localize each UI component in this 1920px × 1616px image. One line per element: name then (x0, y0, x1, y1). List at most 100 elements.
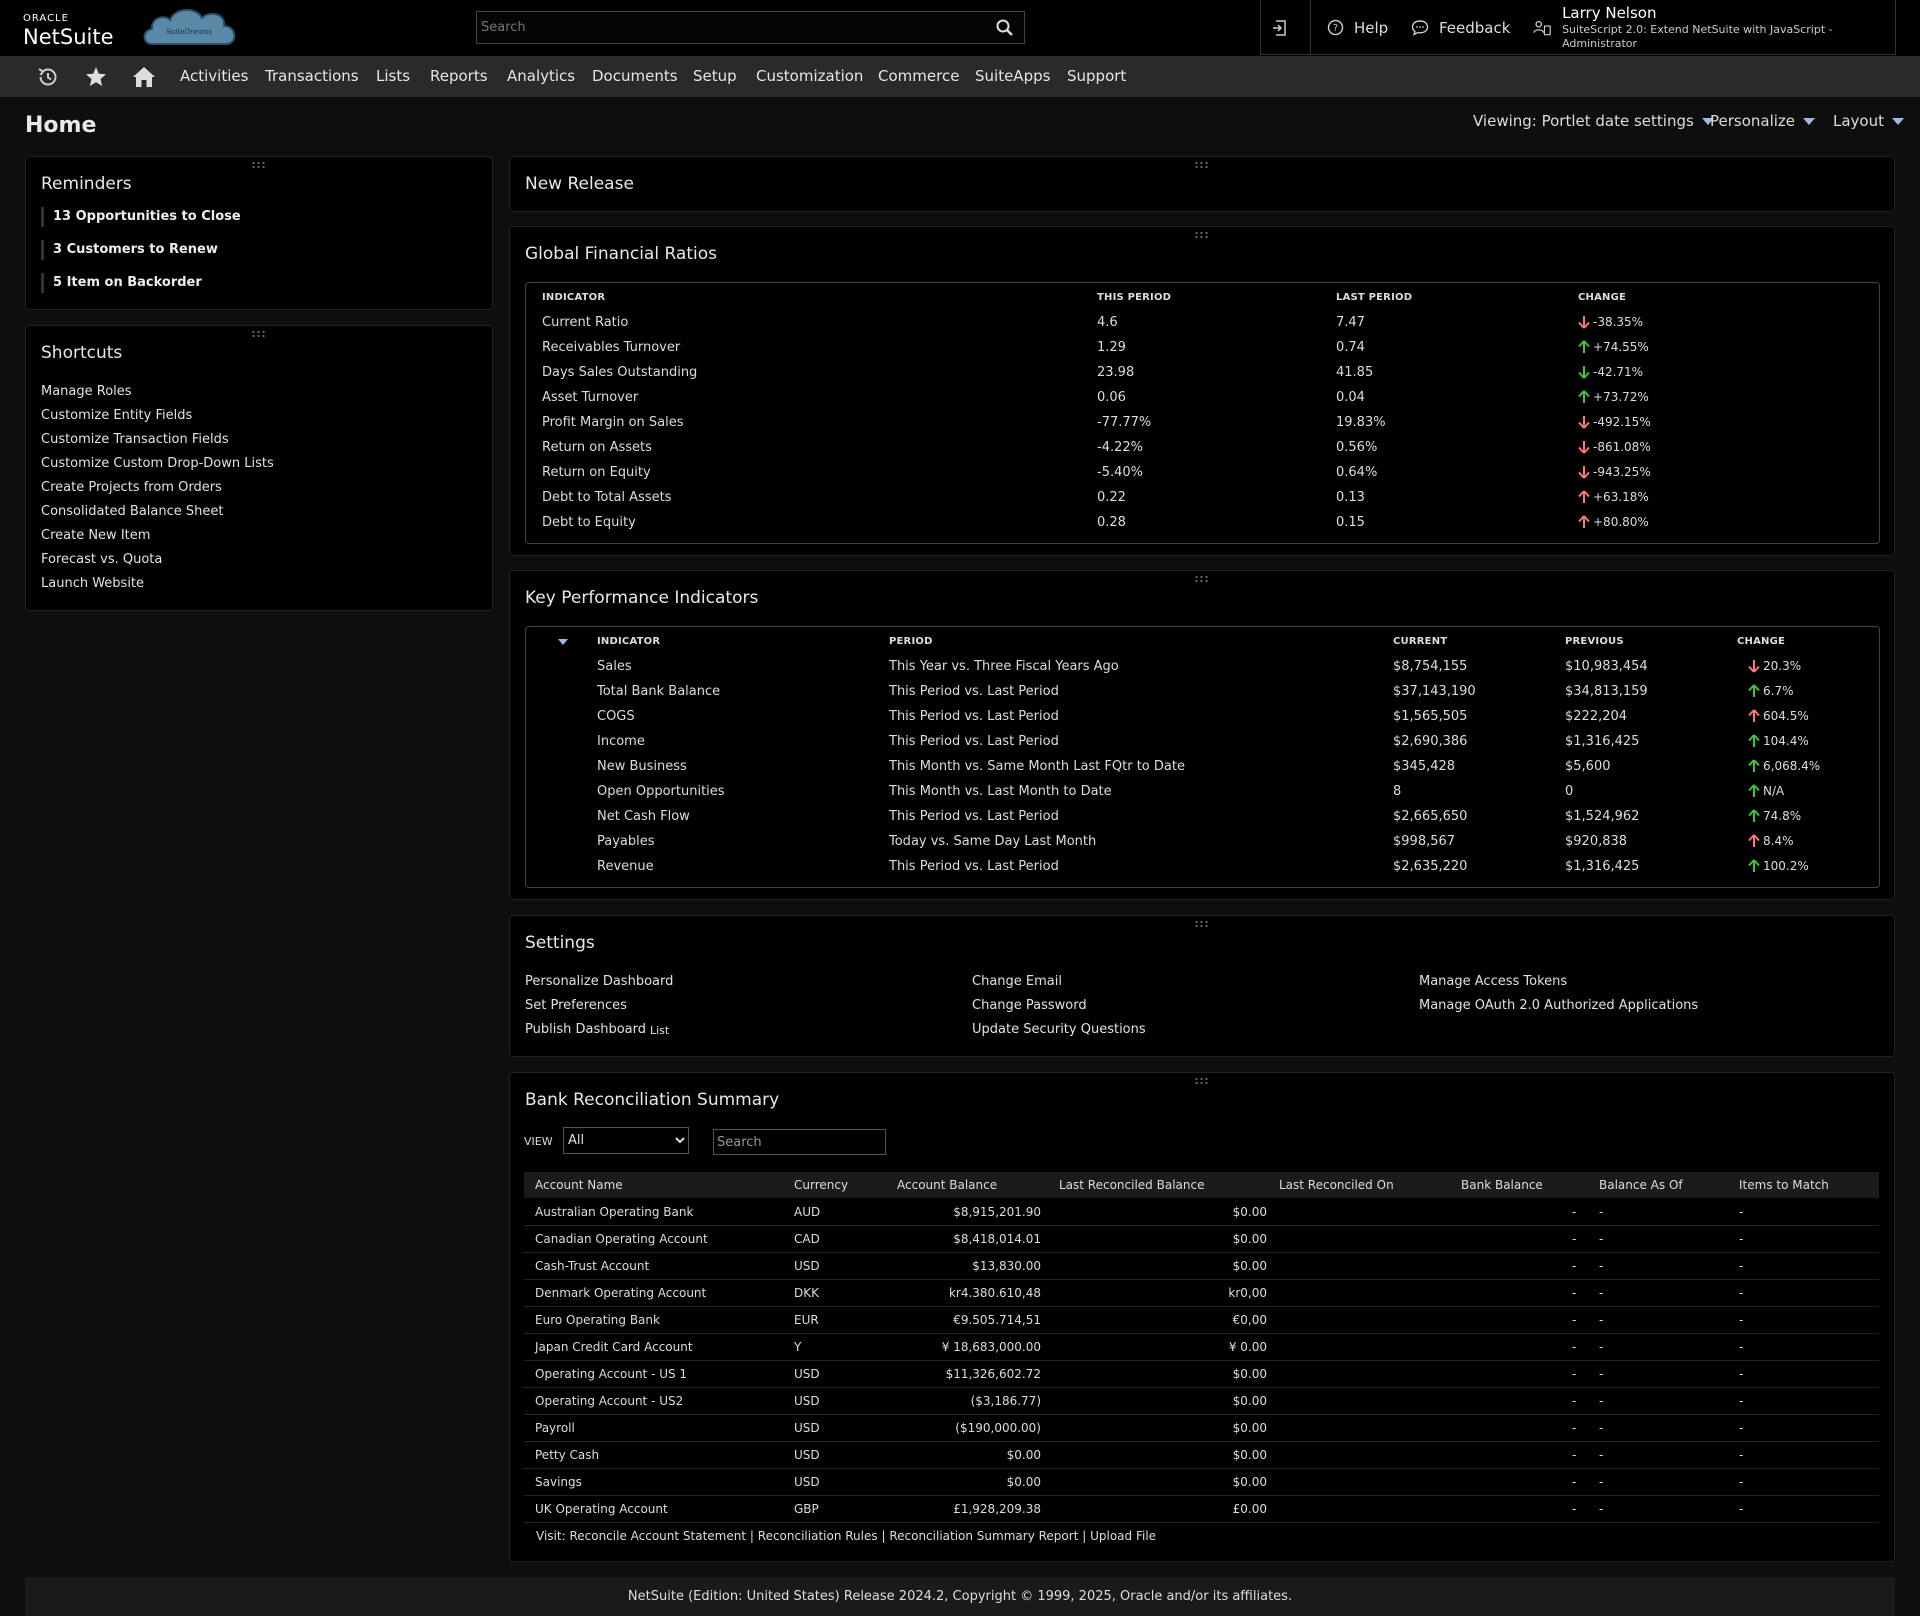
nav-support[interactable]: Support (1067, 56, 1126, 97)
home-icon[interactable] (131, 64, 157, 90)
shortcut-link[interactable]: Create Projects from Orders (41, 480, 222, 495)
publish-dashboard-list-link[interactable]: List (650, 1024, 669, 1037)
kpi-row[interactable]: Total Bank Balance This Period vs. Last P… (526, 684, 1879, 708)
table-row[interactable]: Cash-Trust Account USD $13,830.00 $0.00 - - - (524, 1253, 1879, 1280)
table-row[interactable]: Euro Operating Bank EUR €9.505.714,51 €0,00… (524, 1307, 1879, 1334)
bank-search-input[interactable] (713, 1129, 886, 1155)
publish-dashboard-link[interactable]: Publish Dashboard (525, 1022, 646, 1037)
column-header[interactable]: Balance As Of (1599, 1172, 1683, 1198)
table-row[interactable]: Payroll USD ($190,000.00) $0.00 - - - (524, 1415, 1879, 1442)
nav-setup[interactable]: Setup (693, 56, 737, 97)
manage-oauth-apps-link[interactable]: Manage OAuth 2.0 Authorized Applications (1419, 998, 1698, 1013)
account-name[interactable]: Japan Credit Card Account (535, 1334, 693, 1361)
viewing-dropdown[interactable]: Viewing: Portlet date settings (1473, 112, 1714, 130)
kpi-indicator[interactable]: Net Cash Flow (597, 809, 690, 824)
reminder-item[interactable]: 3 Customers to Renew (41, 240, 218, 260)
kpi-row[interactable]: Open Opportunities This Month vs. Last Mo… (526, 784, 1879, 808)
kpi-indicator[interactable]: Open Opportunities (597, 784, 725, 799)
kpi-indicator[interactable]: Income (597, 734, 645, 749)
table-row[interactable]: Australian Operating Bank AUD $8,915,201.9… (524, 1199, 1879, 1226)
recent-records-button[interactable] (1261, 0, 1311, 55)
nav-activities[interactable]: Activities (180, 56, 248, 97)
account-name[interactable]: Petty Cash (535, 1442, 599, 1469)
netsuite-logo[interactable]: ORACLE NetSuite (23, 13, 123, 49)
kpi-indicator[interactable]: New Business (597, 759, 687, 774)
drag-handle[interactable] (251, 330, 267, 338)
kpi-row[interactable]: Payables Today vs. Same Day Last Month $99… (526, 834, 1879, 858)
nav-lists[interactable]: Lists (376, 56, 410, 97)
table-row[interactable]: Operating Account - US 1 USD $11,326,602.7… (524, 1361, 1879, 1388)
table-row[interactable]: Petty Cash USD $0.00 $0.00 - - - (524, 1442, 1879, 1469)
account-name[interactable]: UK Operating Account (535, 1496, 668, 1523)
drag-handle[interactable] (1194, 920, 1210, 928)
shortcut-link[interactable]: Customize Custom Drop-Down Lists (41, 456, 274, 471)
personalize-dropdown[interactable]: Personalize (1710, 112, 1816, 130)
column-header[interactable]: Account Balance (897, 1172, 997, 1198)
reconciliation-rules-link[interactable]: Reconciliation Rules (758, 1529, 878, 1543)
column-header[interactable]: Last Reconciled On (1279, 1172, 1394, 1198)
layout-dropdown[interactable]: Layout (1833, 112, 1904, 130)
nav-analytics[interactable]: Analytics (507, 56, 575, 97)
favorites-star-icon[interactable] (83, 64, 109, 90)
table-row[interactable]: UK Operating Account GBP £1,928,209.38 £0.0… (524, 1496, 1879, 1523)
user-menu[interactable]: Larry Nelson SuiteScript 2.0: Extend Net… (1533, 0, 1895, 55)
account-name[interactable]: Euro Operating Bank (535, 1307, 660, 1334)
set-preferences-link[interactable]: Set Preferences (525, 998, 627, 1013)
shortcut-link[interactable]: Launch Website (41, 576, 144, 591)
account-name[interactable]: Operating Account - US2 (535, 1388, 683, 1415)
search-icon[interactable] (994, 17, 1016, 39)
recent-history-icon[interactable] (35, 64, 61, 90)
drag-handle[interactable] (1194, 231, 1210, 239)
help-button[interactable]: ? Help (1327, 0, 1388, 55)
nav-reports[interactable]: Reports (430, 56, 488, 97)
shortcut-link[interactable]: Manage Roles (41, 384, 132, 399)
table-row[interactable]: Savings USD $0.00 $0.00 - - - (524, 1469, 1879, 1496)
reconciliation-summary-report-link[interactable]: Reconciliation Summary Report (889, 1529, 1078, 1543)
feedback-button[interactable]: Feedback (1411, 0, 1510, 55)
nav-customization[interactable]: Customization (756, 56, 863, 97)
shortcut-link[interactable]: Forecast vs. Quota (41, 552, 162, 567)
drag-handle[interactable] (1194, 161, 1210, 169)
table-row[interactable]: Denmark Operating Account DKK kr4.380.610,… (524, 1280, 1879, 1307)
collapse-caret-icon[interactable] (557, 638, 569, 646)
update-security-questions-link[interactable]: Update Security Questions (972, 1022, 1146, 1037)
shortcut-link[interactable]: Customize Transaction Fields (41, 432, 229, 447)
drag-handle[interactable] (1194, 1077, 1210, 1085)
manage-access-tokens-link[interactable]: Manage Access Tokens (1419, 974, 1567, 989)
column-header[interactable]: Account Name (535, 1172, 623, 1198)
kpi-row[interactable]: New Business This Month vs. Same Month La… (526, 759, 1879, 783)
column-header[interactable]: Bank Balance (1461, 1172, 1543, 1198)
account-name[interactable]: Payroll (535, 1415, 575, 1442)
nav-commerce[interactable]: Commerce (878, 56, 959, 97)
nav-documents[interactable]: Documents (592, 56, 678, 97)
account-name[interactable]: Operating Account - US 1 (535, 1361, 687, 1388)
reconcile-account-statement-link[interactable]: Reconcile Account Statement (569, 1529, 746, 1543)
table-row[interactable]: Canadian Operating Account CAD $8,418,014.… (524, 1226, 1879, 1253)
nav-transactions[interactable]: Transactions (265, 56, 359, 97)
account-name[interactable]: Australian Operating Bank (535, 1199, 693, 1226)
personalize-dashboard-link[interactable]: Personalize Dashboard (525, 974, 673, 989)
kpi-indicator[interactable]: COGS (597, 709, 635, 724)
reminder-item[interactable]: 13 Opportunities to Close (41, 207, 241, 227)
kpi-indicator[interactable]: Sales (597, 659, 632, 674)
reminder-item[interactable]: 5 Item on Backorder (41, 273, 202, 293)
shortcut-link[interactable]: Consolidated Balance Sheet (41, 504, 223, 519)
shortcut-link[interactable]: Customize Entity Fields (41, 408, 192, 423)
account-name[interactable]: Savings (535, 1469, 582, 1496)
view-select[interactable]: All (563, 1127, 689, 1154)
drag-handle[interactable] (251, 161, 267, 169)
kpi-row[interactable]: Revenue This Period vs. Last Period $2,635… (526, 859, 1879, 883)
column-header[interactable]: Last Reconciled Balance (1059, 1172, 1204, 1198)
kpi-row[interactable]: Income This Period vs. Last Period $2,690,… (526, 734, 1879, 758)
shortcut-link[interactable]: Create New Item (41, 528, 150, 543)
account-name[interactable]: Denmark Operating Account (535, 1280, 706, 1307)
kpi-row[interactable]: Net Cash Flow This Period vs. Last Period… (526, 809, 1879, 833)
kpi-indicator[interactable]: Payables (597, 834, 655, 849)
nav-suiteapps[interactable]: SuiteApps (975, 56, 1050, 97)
table-row[interactable]: Operating Account - US2 USD ($3,186.77) $0.… (524, 1388, 1879, 1415)
kpi-indicator[interactable]: Revenue (597, 859, 654, 874)
kpi-row[interactable]: Sales This Year vs. Three Fiscal Years Ag… (526, 659, 1879, 683)
upload-file-link[interactable]: Upload File (1090, 1529, 1156, 1543)
drag-handle[interactable] (1194, 575, 1210, 583)
kpi-indicator[interactable]: Total Bank Balance (597, 684, 720, 699)
